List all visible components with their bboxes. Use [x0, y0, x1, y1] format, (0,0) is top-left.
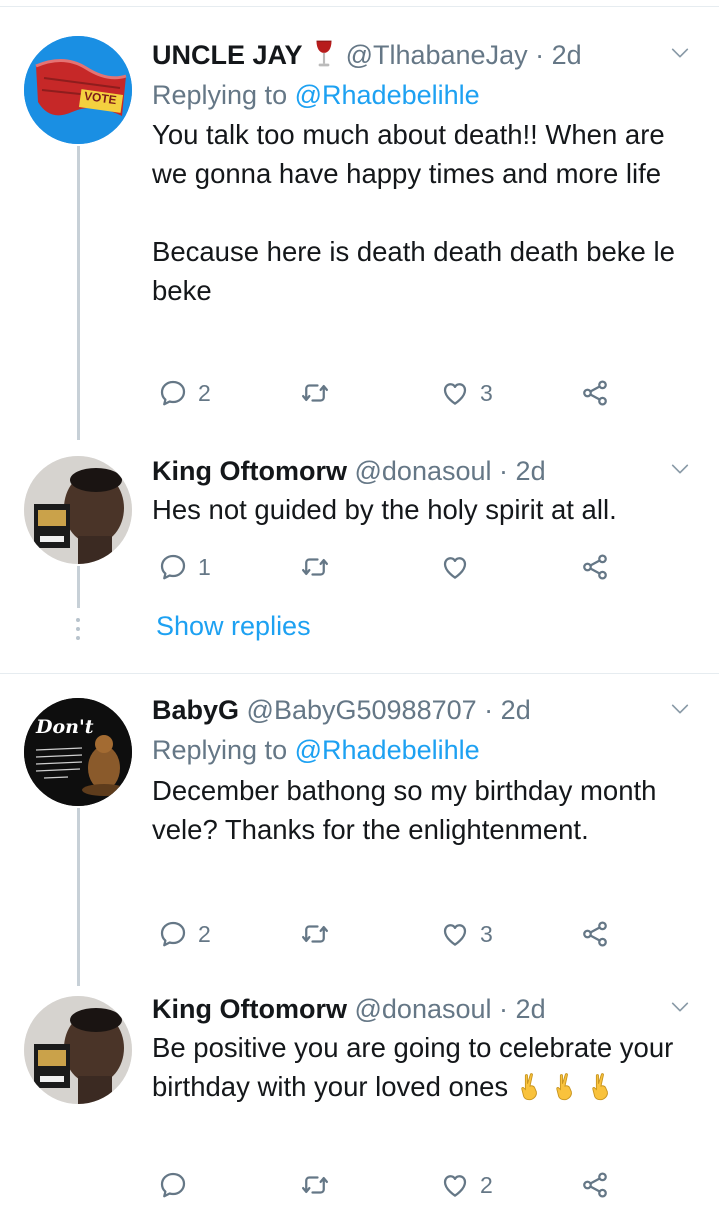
reply-button[interactable]: 2	[158, 373, 211, 413]
thread-line	[77, 808, 80, 986]
avatar[interactable]: Don't	[24, 698, 132, 806]
share-button[interactable]	[580, 914, 610, 954]
tweet-text: Be positive you are going to celebrate y…	[152, 1028, 689, 1106]
share-button[interactable]	[580, 1165, 610, 1205]
share-button[interactable]	[580, 547, 610, 587]
wine-glass-emoji	[316, 40, 332, 67]
retweet-button[interactable]	[300, 914, 330, 954]
share-icon	[580, 919, 610, 949]
reply-icon	[158, 919, 188, 949]
thread-line	[77, 146, 80, 440]
reply-icon	[158, 552, 188, 582]
replying-label: Replying to	[152, 735, 288, 765]
reply-icon	[158, 378, 188, 408]
show-replies-link[interactable]: Show replies	[156, 611, 311, 642]
chevron-down-icon[interactable]	[669, 996, 691, 1018]
user-handle[interactable]: @TlhabaneJay	[346, 40, 528, 70]
tweet-babyg[interactable]: Don't BabyG @BabyG50988707 · 2d Replying…	[0, 674, 719, 986]
retweet-button[interactable]	[300, 373, 330, 413]
retweet-button[interactable]	[300, 547, 330, 587]
chevron-down-icon[interactable]	[669, 698, 691, 720]
avatar[interactable]	[24, 996, 132, 1104]
chevron-down-icon[interactable]	[669, 42, 691, 64]
reply-count: 2	[198, 920, 211, 947]
chevron-down-icon[interactable]	[669, 458, 691, 480]
display-name[interactable]: King Oftomorw	[152, 994, 347, 1024]
tweet-uncle-jay[interactable]: VOTE UNCLE JAY @TlhabaneJay · 2d Replyin…	[0, 0, 719, 440]
avatar[interactable]: VOTE	[24, 36, 132, 144]
replying-to-mention[interactable]: @Rhadebelihle	[295, 735, 480, 765]
thread-dots	[75, 618, 81, 645]
profile-photo	[24, 456, 132, 564]
like-count: 3	[480, 379, 493, 406]
replying-to-mention[interactable]: @Rhadebelihle	[295, 80, 480, 110]
like-count: 3	[480, 920, 493, 947]
share-button[interactable]	[580, 373, 610, 413]
like-button[interactable]	[440, 547, 480, 587]
avatar-quote-text: Don't	[36, 716, 94, 738]
heart-icon	[440, 552, 470, 582]
display-name[interactable]: BabyG	[152, 695, 239, 725]
tweet-king-oftomorw[interactable]: King Oftomorw @donasoul · 2d Hes not gui…	[0, 440, 719, 672]
heart-icon	[440, 378, 470, 408]
like-button[interactable]: 3	[440, 373, 493, 413]
like-button[interactable]: 3	[440, 914, 493, 954]
separator-dot: ·	[484, 695, 494, 725]
separator-dot: ·	[535, 40, 545, 70]
retweet-icon	[300, 552, 330, 582]
reply-count: 1	[198, 553, 211, 580]
crossed-fingers-emoji	[516, 1071, 544, 1101]
crossed-fingers-emoji	[551, 1071, 579, 1101]
user-handle[interactable]: @donasoul	[355, 456, 492, 486]
reply-count: 2	[198, 379, 211, 406]
heart-icon	[440, 1170, 470, 1200]
flag-image	[24, 36, 132, 144]
crossed-fingers-emoji	[587, 1071, 615, 1101]
share-icon	[580, 1170, 610, 1200]
user-handle[interactable]: @donasoul	[355, 994, 492, 1024]
display-name[interactable]: King Oftomorw	[152, 456, 347, 486]
avatar[interactable]	[24, 456, 132, 564]
reply-button[interactable]: 1	[158, 547, 211, 587]
profile-photo	[24, 996, 132, 1104]
tweet-text: Hes not guided by the holy spirit at all…	[152, 494, 617, 525]
quote-image	[24, 698, 132, 806]
tweet-text: December bathong so my birthday month ve…	[152, 775, 665, 845]
timestamp[interactable]: 2d	[501, 695, 531, 725]
user-handle[interactable]: @BabyG50988707	[247, 695, 477, 725]
share-icon	[580, 552, 610, 582]
display-name[interactable]: UNCLE JAY	[152, 40, 303, 70]
tweet-king-oftomorw-2[interactable]: King Oftomorw @donasoul · 2d Be positive…	[0, 986, 719, 1215]
thread-line	[77, 566, 80, 608]
retweet-icon	[300, 1170, 330, 1200]
retweet-button[interactable]	[300, 1165, 330, 1205]
timestamp[interactable]: 2d	[516, 456, 546, 486]
timestamp[interactable]: 2d	[552, 40, 582, 70]
like-count: 2	[480, 1171, 493, 1198]
replying-label: Replying to	[152, 80, 288, 110]
timestamp[interactable]: 2d	[516, 994, 546, 1024]
separator-dot: ·	[499, 456, 509, 486]
like-button[interactable]: 2	[440, 1165, 493, 1205]
heart-icon	[440, 919, 470, 949]
reply-icon	[158, 1170, 188, 1200]
reply-button[interactable]	[158, 1165, 198, 1205]
reply-button[interactable]: 2	[158, 914, 211, 954]
tweet-text: You talk too much about death!! When are…	[152, 119, 675, 306]
retweet-icon	[300, 919, 330, 949]
retweet-icon	[300, 378, 330, 408]
share-icon	[580, 378, 610, 408]
separator-dot: ·	[499, 994, 509, 1024]
